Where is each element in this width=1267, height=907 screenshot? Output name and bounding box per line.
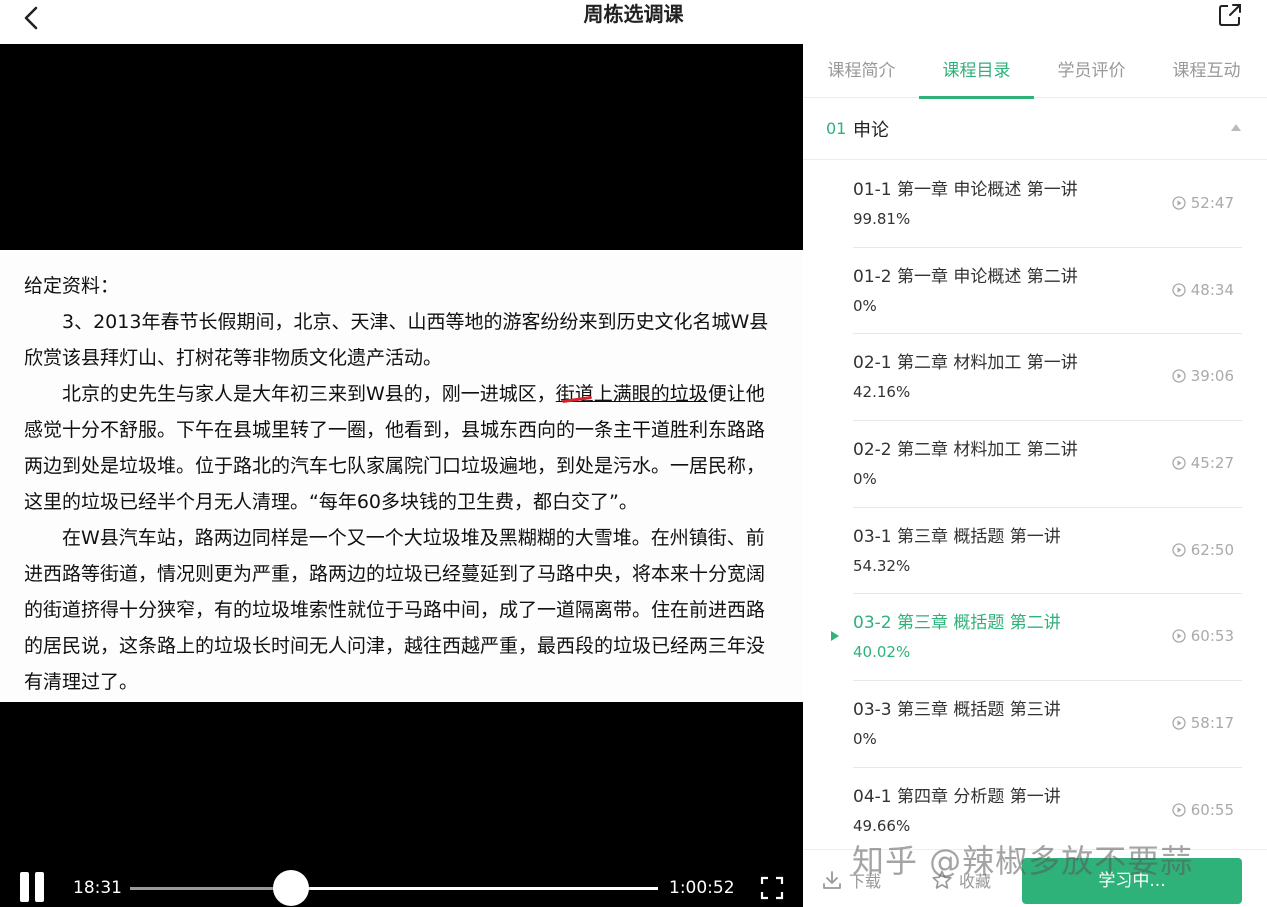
lesson-title: 04-1 第四章 分析题 第一讲 <box>853 786 1061 807</box>
section-name: 申论 <box>853 120 889 141</box>
player-controls: 18:31 1:00:52 <box>0 854 803 907</box>
lesson-item[interactable]: 01-1 第一章 申论概述 第一讲 99.81% 52:47 <box>853 161 1242 248</box>
lesson-duration-text: 60:53 <box>1190 627 1234 646</box>
lesson-duration-text: 62:50 <box>1190 540 1234 559</box>
lesson-title: 03-3 第三章 概括题 第三讲 <box>853 700 1061 721</box>
lesson-title: 02-2 第二章 材料加工 第二讲 <box>853 440 1078 461</box>
download-button[interactable]: 下载 <box>821 868 881 892</box>
play-circle-icon <box>1172 716 1186 730</box>
play-circle-icon <box>1172 283 1186 297</box>
share-icon[interactable] <box>1217 2 1243 28</box>
course-panel: 课程简介 课程目录 学员评价 课程互动 01 申论 01-1 第一章 申论概述 … <box>803 44 1267 907</box>
tab-bar: 课程简介 课程目录 学员评价 课程互动 <box>803 44 1267 99</box>
lesson-duration: 45:27 <box>1172 454 1234 472</box>
lesson-duration: 62:50 <box>1172 541 1234 559</box>
lesson-duration-text: 58:17 <box>1190 714 1234 733</box>
tab-catalog[interactable]: 课程目录 <box>919 60 1034 82</box>
lesson-duration-text: 48:34 <box>1190 280 1234 299</box>
lesson-duration: 39:06 <box>1172 367 1234 385</box>
lesson-progress: 0% <box>853 296 877 315</box>
tab-interaction[interactable]: 课程互动 <box>1149 60 1264 82</box>
lesson-duration-text: 52:47 <box>1190 194 1234 212</box>
lesson-progress: 99.81% <box>853 210 911 228</box>
lesson-duration: 60:55 <box>1172 801 1234 819</box>
lesson-progress: 0% <box>853 470 877 489</box>
lesson-list: 01-1 第一章 申论概述 第一讲 99.81% 52:47 01-2 第一章 … <box>803 161 1267 855</box>
lesson-duration-text: 45:27 <box>1190 454 1234 473</box>
lesson-duration-text: 39:06 <box>1190 367 1234 386</box>
slide-paragraph: 在W县汽车站，路两边同样是一个又一个大垃圾堆及黑糊糊的大雪堆。在州镇街、前进西路… <box>24 527 766 693</box>
lesson-item[interactable]: 03-1 第三章 概括题 第一讲 54.32% 62:50 <box>853 508 1242 595</box>
page-title: 周栋选调课 <box>583 2 684 26</box>
star-icon <box>932 870 952 889</box>
lesson-item[interactable]: 02-2 第二章 材料加工 第二讲 0% 45:27 <box>853 421 1242 508</box>
lesson-title: 01-2 第一章 申论概述 第二讲 <box>853 266 1078 287</box>
top-bar: 周栋选调课 <box>0 0 1267 44</box>
play-circle-icon <box>1172 803 1186 817</box>
lesson-title: 01-1 第一章 申论概述 第一讲 <box>853 180 1078 200</box>
favorite-button[interactable]: 收藏 <box>931 868 991 892</box>
play-circle-icon <box>1172 369 1186 384</box>
lesson-progress: 0% <box>853 730 877 749</box>
lesson-title: 03-1 第三章 概括题 第一讲 <box>853 526 1061 547</box>
lesson-duration-text: 60:55 <box>1190 800 1234 819</box>
lesson-item[interactable]: 04-1 第四章 分析题 第一讲 49.66% 60:55 <box>853 768 1242 855</box>
play-circle-icon <box>1172 456 1186 470</box>
study-button[interactable]: 学习中... <box>1022 858 1242 904</box>
current-time: 18:31 <box>73 878 122 898</box>
download-icon <box>823 871 841 889</box>
tab-intro[interactable]: 课程简介 <box>804 60 919 82</box>
lecture-slide: 给定资料： 3、2013年春节长假期间，北京、天津、山西等地的游客纷纷来到历史文… <box>0 250 803 702</box>
play-circle-icon <box>1172 629 1186 644</box>
seek-bar-played <box>130 887 291 890</box>
play-circle-icon <box>1172 543 1186 557</box>
lesson-item[interactable]: 03-3 第三章 概括题 第三讲 0% 58:17 <box>853 681 1242 768</box>
video-player[interactable]: 给定资料： 3、2013年春节长假期间，北京、天津、山西等地的游客纷纷来到历史文… <box>0 44 803 907</box>
slide-paragraph: 北京的史先生与家人是大年初三来到W县的，刚一进城区，街道上满眼的垃圾便让他感觉十… <box>24 376 779 520</box>
bottom-action-bar: 下载 收藏 学习中... <box>803 849 1267 907</box>
fullscreen-icon[interactable] <box>760 876 784 900</box>
slide-text: 北京的史先生与家人是大年初三来到W县的，刚一进城区， <box>62 383 556 405</box>
total-duration: 1:00:52 <box>669 878 735 898</box>
favorite-label: 收藏 <box>959 872 992 891</box>
play-circle-icon <box>1172 196 1186 210</box>
pause-button[interactable] <box>18 872 46 902</box>
lesson-duration: 48:34 <box>1172 281 1234 299</box>
lesson-item[interactable]: 01-2 第一章 申论概述 第二讲 0% 48:34 <box>853 248 1242 335</box>
lesson-progress: 42.16% <box>853 383 911 402</box>
lesson-duration: 58:17 <box>1172 714 1234 732</box>
lesson-progress: 54.32% <box>853 556 911 575</box>
lesson-duration: 52:47 <box>1172 194 1234 212</box>
lesson-duration: 60:53 <box>1172 627 1234 645</box>
lesson-item-playing[interactable]: 03-2 第三章 概括题 第二讲 40.02% 60:53 <box>831 594 1242 682</box>
slide-heading: 给定资料： <box>24 275 120 297</box>
lesson-title: 03-2 第三章 概括题 第二讲 <box>853 613 1061 634</box>
section-header[interactable]: 01 申论 <box>803 98 1267 160</box>
now-playing-icon <box>831 631 839 642</box>
seek-thumb[interactable] <box>272 870 309 906</box>
lesson-item[interactable]: 02-1 第二章 材料加工 第一讲 42.16% 39:06 <box>853 334 1242 422</box>
section-number: 01 <box>826 119 847 138</box>
collapse-caret-icon[interactable] <box>1231 124 1241 131</box>
tab-reviews[interactable]: 学员评价 <box>1034 60 1149 82</box>
underlined-text: 街道上满眼的垃圾 <box>555 383 708 405</box>
seek-bar[interactable] <box>130 887 658 890</box>
lesson-title: 02-1 第二章 材料加工 第一讲 <box>853 353 1078 374</box>
download-label: 下载 <box>849 872 882 891</box>
slide-paragraph: 3、2013年春节长假期间，北京、天津、山西等地的游客纷纷来到历史文化名城W县欣… <box>24 311 769 369</box>
lesson-progress: 40.02% <box>853 643 911 662</box>
lesson-progress: 49.66% <box>853 816 911 835</box>
